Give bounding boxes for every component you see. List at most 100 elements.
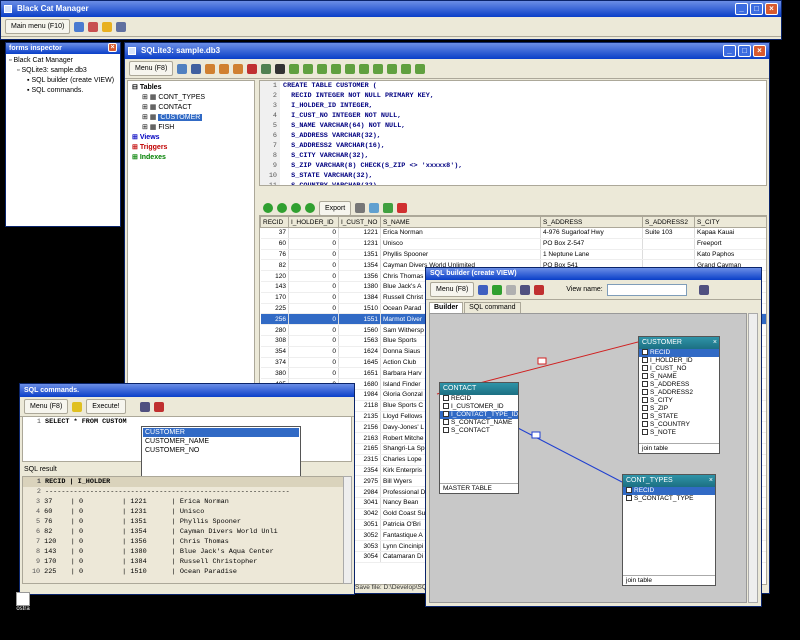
minimize-button[interactable]: _ — [735, 3, 748, 15]
grid-cell[interactable]: PO Box Z-547 — [540, 238, 643, 250]
checkbox-icon[interactable] — [642, 365, 648, 372]
export-button[interactable]: Export — [319, 200, 352, 216]
database-icon[interactable] — [74, 21, 85, 32]
grid-cell[interactable]: Phyllis Spooner — [380, 249, 541, 261]
grid-cell[interactable]: 0 — [288, 292, 339, 304]
table-field[interactable]: S_STATE — [639, 413, 719, 421]
table-field[interactable]: S_CONTACT — [440, 427, 518, 435]
checkbox-icon[interactable] — [642, 405, 648, 412]
grid-cell[interactable]: 0 — [288, 303, 339, 315]
checkbox-icon[interactable] — [626, 487, 632, 494]
import-icon[interactable] — [478, 284, 489, 295]
table-icon[interactable] — [331, 63, 342, 74]
table-icon[interactable] — [317, 63, 328, 74]
grid-cell[interactable]: 76 — [260, 249, 289, 261]
table-field[interactable]: I_CONTACT_TYPE_ID — [440, 411, 518, 419]
grid-cell[interactable]: 0 — [288, 357, 339, 369]
checkbox-icon[interactable] — [443, 419, 449, 426]
warning-icon[interactable] — [102, 21, 113, 32]
nav-next-icon[interactable] — [291, 203, 301, 213]
grid-cell[interactable]: 1551 — [338, 313, 381, 326]
desktop-icon[interactable]: ostra — [10, 592, 36, 612]
grid-cell[interactable]: 0 — [288, 367, 339, 380]
grid-cell[interactable]: 0 — [288, 227, 339, 239]
grid-cell[interactable]: 37 — [260, 227, 289, 239]
grid-cell[interactable]: 0 — [288, 346, 339, 358]
checkbox-icon[interactable] — [642, 373, 648, 380]
tree-table-fish[interactable]: ⊞ ▦ FISH — [132, 123, 250, 133]
grid-cell[interactable]: 0 — [288, 238, 339, 250]
table-box-contact[interactable]: CONTACT RECID I_CUSTOMER_ID I_CONTACT_TYPE… — [439, 382, 519, 494]
print-icon[interactable] — [139, 401, 150, 412]
table-icon[interactable] — [345, 63, 356, 74]
table-field[interactable]: I_CUSTOMER_ID — [440, 403, 518, 411]
builder-canvas[interactable]: CUSTOMER × RECID I_HOLDER_ID I_CUST_NO S_NAM… — [429, 313, 747, 603]
checkbox-icon[interactable] — [642, 357, 648, 364]
grid-cell[interactable]: 1351 — [338, 249, 381, 261]
table-field[interactable]: S_NOTE — [639, 429, 719, 437]
inspector-sqlcmd[interactable]: ▪ SQL commands. — [9, 86, 117, 96]
tree-table-cont-types[interactable]: ⊞ ▦ CONT_TYPES — [132, 93, 250, 103]
view-name-input[interactable] — [606, 283, 687, 296]
tools-icon[interactable] — [355, 203, 366, 213]
grid-cell[interactable]: 170 — [260, 292, 289, 304]
table-icon[interactable] — [373, 63, 384, 74]
grid-cell[interactable]: 374 — [260, 357, 289, 369]
grid-column-header[interactable]: I_HOLDER_ID — [288, 216, 339, 228]
grid-column-header[interactable]: S_ADDRESS2 — [642, 216, 695, 228]
execute-button[interactable]: Execute! — [86, 399, 126, 414]
close-icon[interactable]: × — [713, 337, 717, 349]
grid-cell[interactable]: 82 — [260, 259, 289, 272]
grid-cell[interactable]: 1231 — [338, 238, 381, 250]
nav-last-icon[interactable] — [305, 203, 315, 213]
inspector-builder[interactable]: ▪ SQL builder (create VIEW) — [9, 76, 117, 86]
table-row[interactable]: 76 0 1351 Phyllis Spooner 1 Neptune Lane Kato… — [260, 249, 766, 261]
grid-cell[interactable]: 120 — [260, 270, 289, 282]
tree-indexes[interactable]: ⊞ Indexes — [132, 153, 250, 163]
table-box-cont-types[interactable]: CONT_TYPES × RECID S_CONTACT_TYPE join tab… — [622, 474, 716, 586]
grid-cell[interactable]: 143 — [260, 281, 289, 293]
builder-vscrollbar[interactable] — [748, 313, 758, 603]
checkbox-icon[interactable] — [443, 395, 449, 402]
grid-cell[interactable]: 308 — [260, 335, 289, 347]
autocomplete-item[interactable]: CUSTOMER — [143, 428, 299, 437]
inspector-db[interactable]: ▫ SQLite3: sample.db3 — [9, 66, 117, 76]
check-icon[interactable] — [492, 284, 503, 295]
checkbox-icon[interactable] — [642, 429, 648, 436]
table-field[interactable]: I_HOLDER_ID — [639, 357, 719, 365]
add-row-icon[interactable] — [383, 203, 394, 213]
close-button[interactable]: × — [765, 3, 778, 15]
main-menu-button[interactable]: Main menu (F10) — [5, 19, 71, 34]
tree-table-contact[interactable]: ⊞ ▦ CONTACT — [132, 103, 250, 113]
grid-cell[interactable]: 0 — [288, 249, 339, 261]
execute-icon[interactable] — [506, 284, 517, 295]
grid-column-header[interactable]: I_CUST_NO — [338, 216, 381, 228]
grid-cell[interactable]: 0 — [288, 281, 339, 293]
grid-column-header[interactable]: RECID — [260, 216, 289, 228]
sqlite-menu-button[interactable]: Menu (F8) — [129, 61, 174, 76]
table-icon[interactable] — [387, 63, 398, 74]
grid-cell[interactable]: 1356 — [338, 270, 381, 282]
tab-builder[interactable]: Builder — [429, 302, 464, 313]
sql-icon[interactable] — [275, 63, 286, 74]
delete-icon[interactable] — [397, 203, 408, 213]
checkbox-icon[interactable] — [642, 397, 648, 404]
table-icon[interactable] — [401, 63, 412, 74]
grid-cell[interactable]: 1563 — [338, 335, 381, 347]
checkbox-icon[interactable] — [626, 495, 632, 502]
tab-sql-command[interactable]: SQL command — [464, 302, 521, 313]
table-field[interactable]: S_ADDRESS2 — [639, 389, 719, 397]
table-field[interactable]: S_CONTACT_NAME — [440, 419, 518, 427]
save-icon[interactable] — [534, 284, 545, 295]
print-icon[interactable] — [698, 284, 709, 295]
table-row[interactable]: 60 0 1231 Unisco PO Box Z-547 Freeport — [260, 238, 766, 250]
table-field[interactable]: S_CITY — [639, 397, 719, 405]
grid-cell[interactable]: 0 — [288, 335, 339, 347]
table-field[interactable]: RECID — [639, 349, 719, 357]
refresh-icon[interactable] — [191, 63, 202, 74]
grid-cell[interactable]: 60 — [260, 238, 289, 250]
grid-cell[interactable]: Erica Norman — [380, 227, 541, 239]
grid-cell[interactable]: 0 — [288, 259, 339, 272]
grid-cell[interactable]: 0 — [288, 270, 339, 282]
maximize-button[interactable]: □ — [750, 3, 763, 15]
